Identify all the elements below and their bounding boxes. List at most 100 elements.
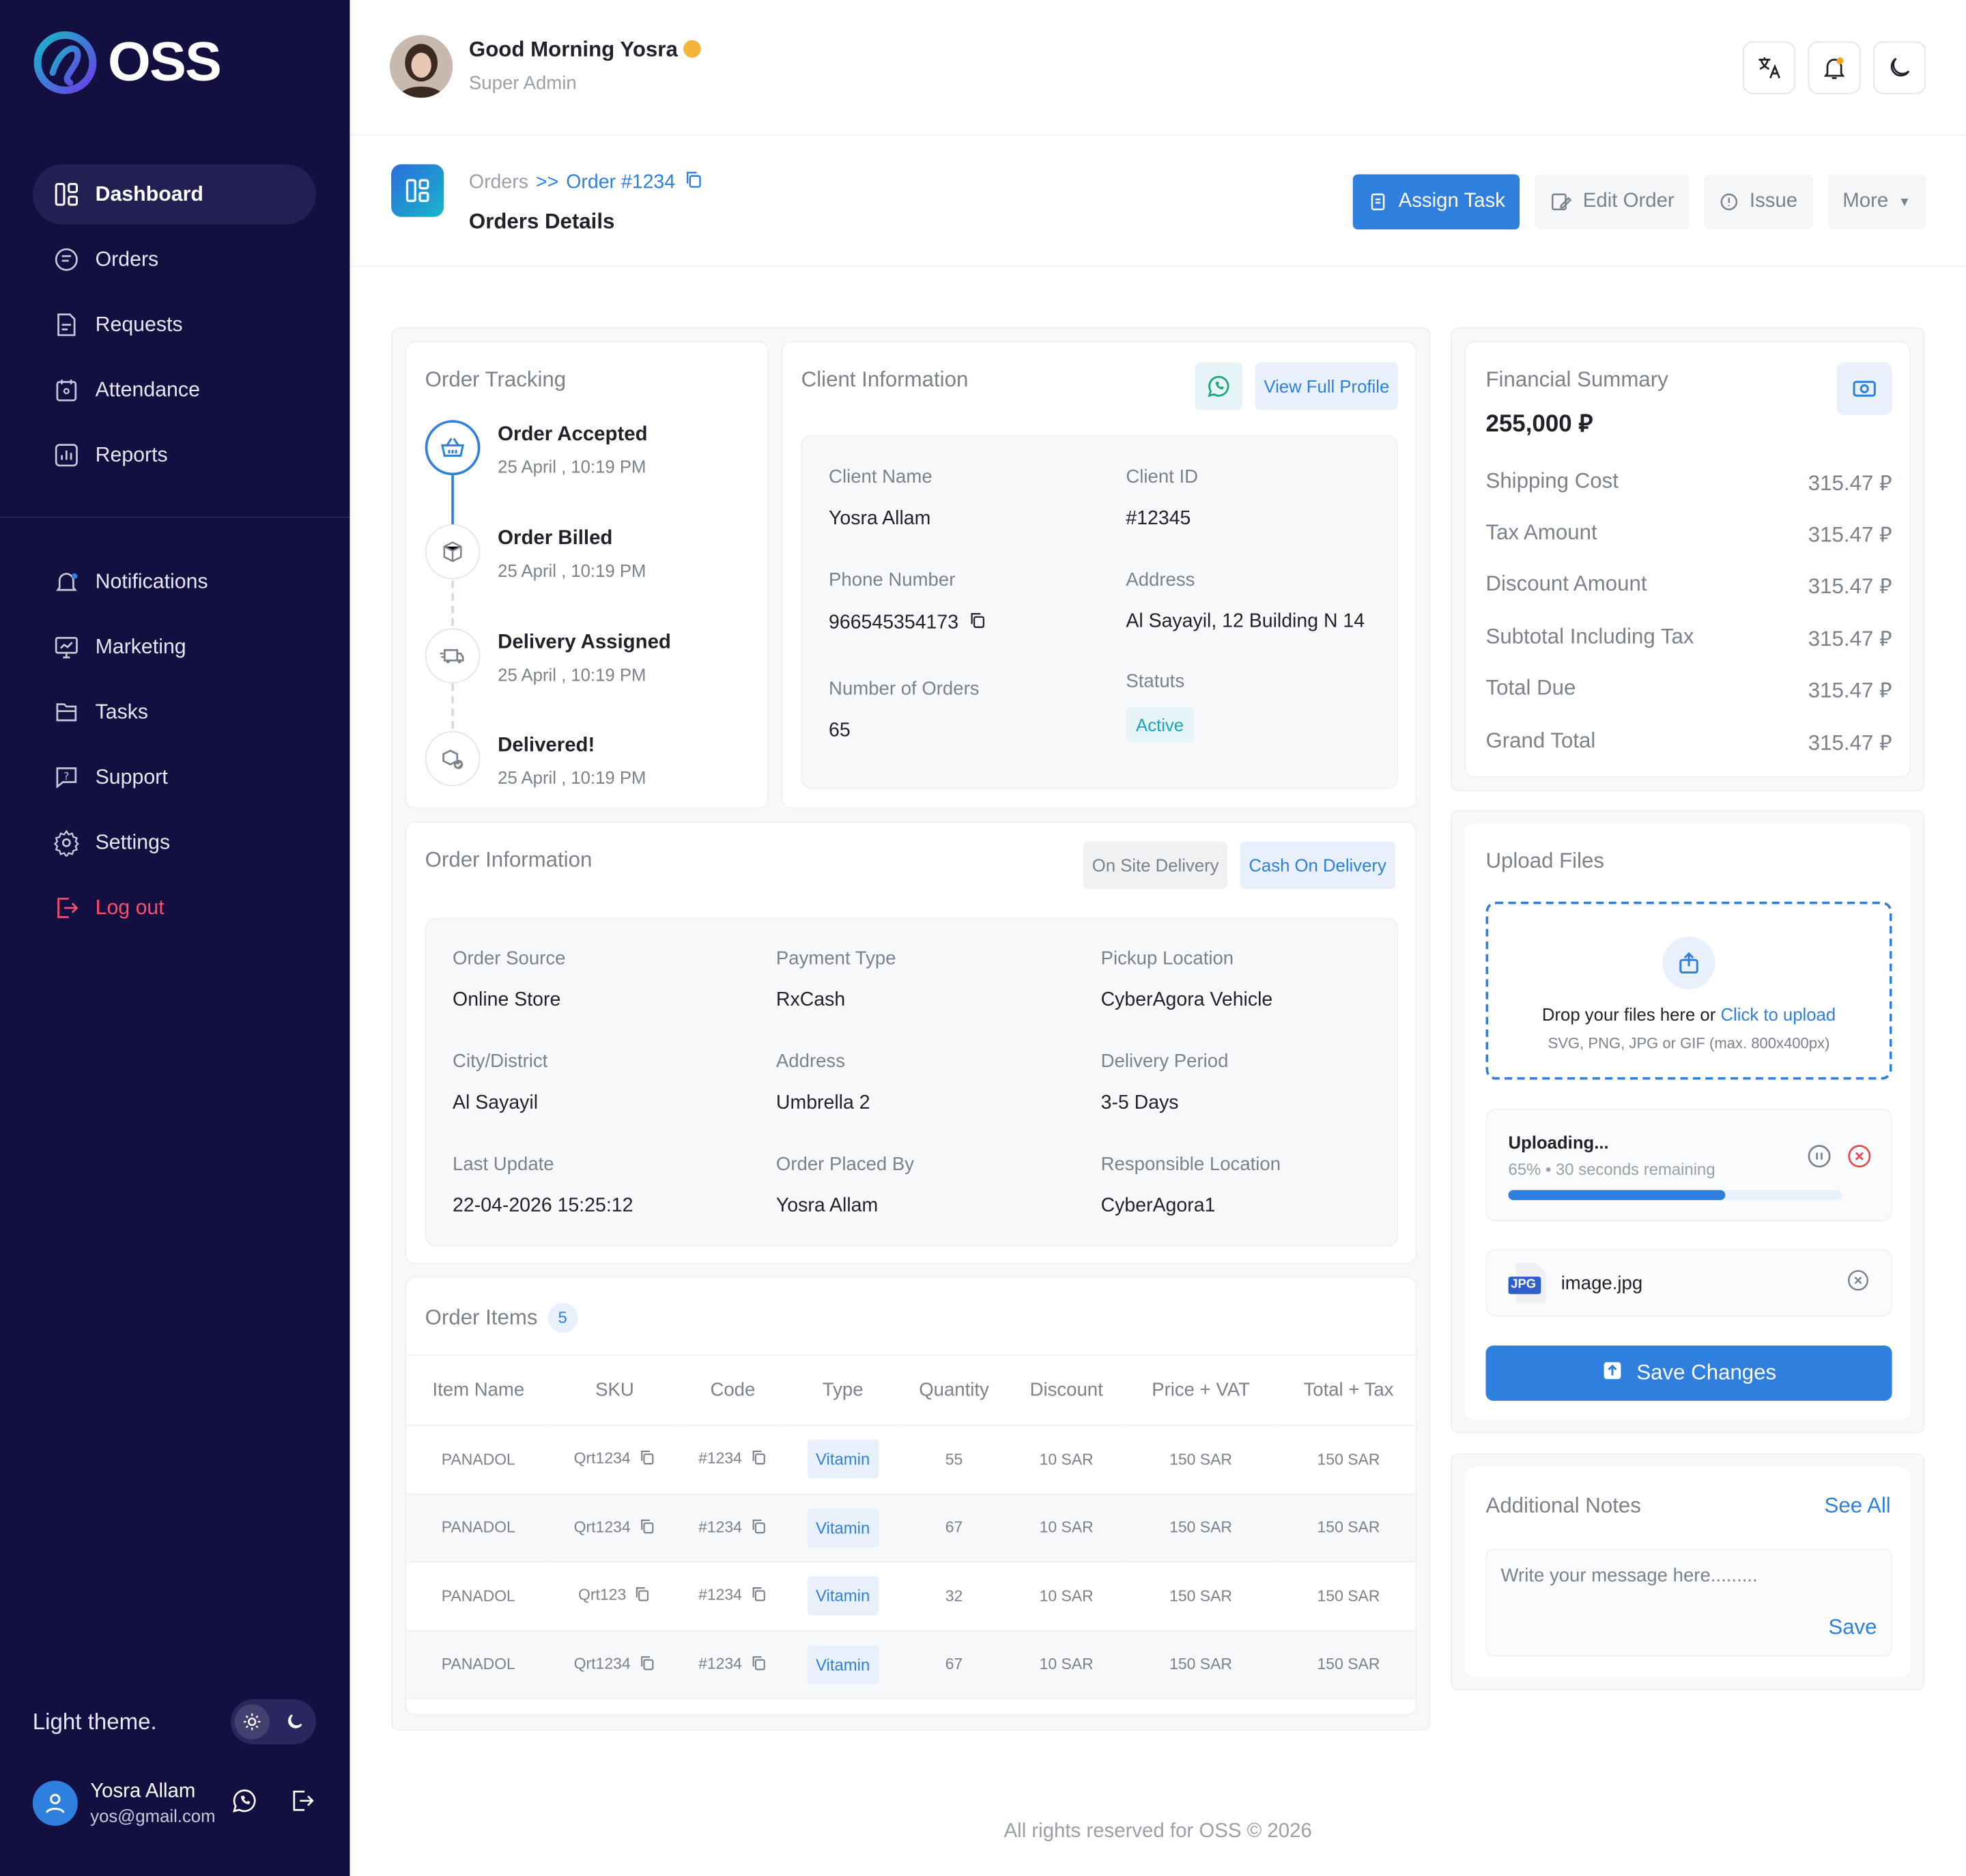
assign-task-label: Assign Task xyxy=(1398,190,1505,212)
copy-icon[interactable] xyxy=(638,1653,656,1675)
currency-symbol: ⃁ xyxy=(1879,627,1892,651)
exit-icon[interactable] xyxy=(288,1787,315,1821)
currency-symbol: ⃁ xyxy=(1879,678,1892,702)
upload-meta: 65% • 30 seconds remaining xyxy=(1508,1160,1715,1179)
col-quantity[interactable]: Quantity xyxy=(899,1354,1010,1426)
translate-icon[interactable] xyxy=(1743,41,1796,94)
sidebar-item-orders[interactable]: Orders xyxy=(33,229,316,289)
remove-file-icon[interactable] xyxy=(1846,1267,1871,1298)
card-title: Client Information xyxy=(801,367,969,392)
card-title: Order Tracking xyxy=(425,367,567,392)
table-row[interactable]: PANADOL Qrt123 #1234 Vitamin 32 10 SAR 1… xyxy=(406,1561,1416,1631)
cell-price: 150 SAR xyxy=(1124,1561,1278,1631)
notes-input[interactable]: Write your message here......... Save xyxy=(1485,1548,1892,1657)
col-code[interactable]: Code xyxy=(679,1354,787,1426)
theme-toggle[interactable] xyxy=(230,1699,316,1745)
field-value: CyberAgora1 xyxy=(1100,1195,1216,1217)
copy-icon[interactable] xyxy=(750,1653,767,1675)
upload-status: Uploading... xyxy=(1508,1132,1609,1153)
col-price[interactable]: Price + VAT xyxy=(1124,1354,1278,1426)
view-full-profile-button[interactable]: View Full Profile xyxy=(1255,362,1399,410)
field-value: Al Sayayil xyxy=(453,1092,539,1114)
table-row[interactable]: PANADOL Qrt1234 #1234 Vitamin 55 10 SAR … xyxy=(406,1425,1416,1494)
whatsapp-button[interactable] xyxy=(1195,362,1243,410)
table-row[interactable]: PANADOL Qrt1234 #1234 Vitamin 67 10 SAR … xyxy=(406,1493,1416,1563)
col-item-name[interactable]: Item Name xyxy=(406,1354,551,1426)
table-row[interactable]: PANADOL Qrt1234 #1234 Vitamin 67 10 SAR … xyxy=(406,1630,1416,1699)
more-dropdown[interactable]: More ▼ xyxy=(1827,174,1926,230)
save-note-button[interactable]: Save xyxy=(1828,1615,1877,1640)
cancel-upload-icon[interactable] xyxy=(1846,1142,1873,1176)
col-type[interactable]: Type xyxy=(786,1354,899,1426)
on-site-delivery-chip[interactable]: On Site Delivery xyxy=(1083,841,1228,890)
phone-field: Phone Number 966545354173 xyxy=(829,569,987,636)
sidebar-item-dashboard[interactable]: Dashboard xyxy=(32,164,316,225)
sidebar-item-marketing[interactable]: Marketing xyxy=(33,617,316,677)
copy-icon[interactable] xyxy=(750,1449,767,1470)
col-discount[interactable]: Discount xyxy=(1009,1354,1124,1426)
copy-icon[interactable] xyxy=(638,1449,656,1470)
cell-total: 150 SAR xyxy=(1277,1630,1416,1699)
save-changes-button[interactable]: Save Changes xyxy=(1485,1345,1892,1401)
type-badge: Vitamin xyxy=(807,1508,879,1548)
file-name: image.jpg xyxy=(1561,1272,1643,1294)
click-to-upload-link[interactable]: Click to upload xyxy=(1720,1004,1836,1024)
sun-icon[interactable] xyxy=(234,1704,270,1739)
assign-task-button[interactable]: Assign Task xyxy=(1353,174,1520,230)
field-label: Client Name xyxy=(829,466,932,488)
row-label: Tax Amount xyxy=(1485,520,1597,545)
task-icon xyxy=(1371,193,1386,210)
cell-sku: Qrt1234 xyxy=(550,1630,679,1699)
sidebar-item-support[interactable]: ? Support xyxy=(33,748,316,808)
copy-icon[interactable] xyxy=(750,1517,767,1538)
pause-icon[interactable] xyxy=(1806,1142,1833,1176)
sidebar-item-logout[interactable]: Log out xyxy=(33,878,316,938)
sidebar-item-requests[interactable]: Requests xyxy=(33,295,316,355)
moon-icon[interactable] xyxy=(277,1704,312,1739)
whatsapp-icon[interactable] xyxy=(231,1787,258,1821)
type-badge: Vitamin xyxy=(807,1645,879,1684)
dark-mode-icon[interactable] xyxy=(1873,41,1926,94)
code-value: #1234 xyxy=(698,1654,742,1673)
notification-bell-icon[interactable] xyxy=(1808,41,1861,94)
sidebar: OSS Dashboard Orders Requests Attendance xyxy=(0,0,350,1876)
order-info-card: Order Information On Site Delivery Cash … xyxy=(405,821,1417,1264)
copy-icon[interactable] xyxy=(683,169,702,196)
upload-files-card: Upload Files Drop your files here or Cli… xyxy=(1464,823,1911,1420)
col-total[interactable]: Total + Tax xyxy=(1277,1354,1416,1426)
cash-on-delivery-chip[interactable]: Cash On Delivery xyxy=(1240,841,1395,890)
copy-icon[interactable] xyxy=(633,1585,651,1606)
cell-type: Vitamin xyxy=(786,1493,899,1563)
brand-logo[interactable]: OSS xyxy=(33,30,222,96)
sidebar-item-reports[interactable]: Reports xyxy=(33,425,316,485)
sidebar-item-attendance[interactable]: Attendance xyxy=(33,360,316,420)
status-field: Statuts Active xyxy=(1126,671,1194,743)
logout-icon xyxy=(57,898,79,918)
client-id-field: Client ID #12345 xyxy=(1126,466,1198,530)
edit-order-button[interactable]: Edit Order xyxy=(1535,174,1690,230)
cell-name: PANADOL xyxy=(406,1630,551,1699)
profile-avatar[interactable] xyxy=(390,35,453,98)
notes-panel: Additional Notes See All Write your mess… xyxy=(1451,1453,1925,1691)
see-all-link[interactable]: See All xyxy=(1825,1494,1891,1519)
orders-icon xyxy=(55,248,78,271)
sidebar-item-settings[interactable]: Settings xyxy=(33,812,316,872)
copy-icon[interactable] xyxy=(969,611,988,636)
field-label: Address xyxy=(1126,569,1195,591)
user-avatar-icon[interactable] xyxy=(32,1780,78,1826)
field-label: Delivery Period xyxy=(1100,1051,1229,1072)
sidebar-item-notifications[interactable]: Notifications xyxy=(33,552,316,612)
file-dropzone[interactable]: Drop your files here or Click to upload … xyxy=(1485,901,1892,1080)
cell-qty: 67 xyxy=(899,1493,1010,1563)
copy-icon[interactable] xyxy=(750,1585,767,1606)
issue-button[interactable]: Issue xyxy=(1704,174,1813,230)
copy-icon[interactable] xyxy=(638,1517,656,1538)
sidebar-item-tasks[interactable]: Tasks xyxy=(33,682,316,742)
box-icon xyxy=(425,524,481,580)
cell-type: Vitamin xyxy=(786,1630,899,1699)
col-sku[interactable]: SKU xyxy=(550,1354,679,1426)
field-value: Yosra Allam xyxy=(775,1195,879,1217)
breadcrumb: Orders >> Order #1234 xyxy=(469,169,703,196)
cell-type: Vitamin xyxy=(786,1425,899,1494)
breadcrumb-orders[interactable]: Orders xyxy=(469,171,528,194)
